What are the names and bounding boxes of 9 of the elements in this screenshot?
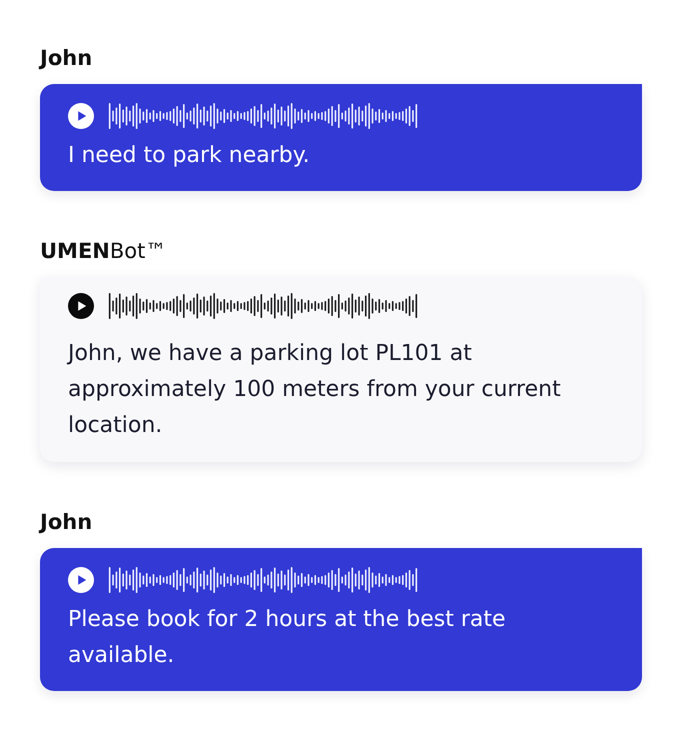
play-icon[interactable]	[68, 567, 94, 593]
message-text: John, we have a parking lot PL101 at approximately 100 meters from your current location.	[68, 340, 562, 440]
sender-name: John	[40, 509, 92, 535]
play-icon[interactable]	[68, 103, 94, 129]
sender-name: John	[40, 45, 92, 71]
sender-name: UMENBot™	[40, 238, 166, 264]
message-text: I need to park nearby.	[68, 142, 310, 170]
play-icon[interactable]	[68, 293, 94, 319]
message-text: Please book for 2 hours at the best rate available.	[68, 606, 507, 670]
